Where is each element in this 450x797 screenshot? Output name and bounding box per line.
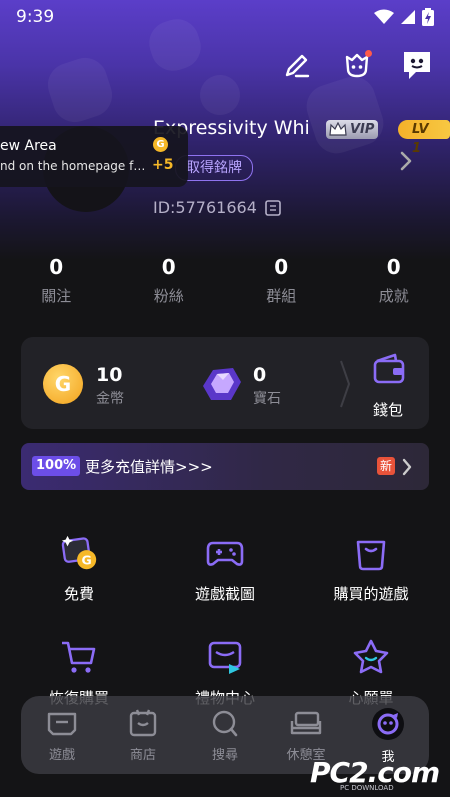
- watermark-logo: PC2.com PC DOWNLOAD: [310, 756, 450, 794]
- percent-badge: 100%: [32, 456, 81, 476]
- vip-badge[interactable]: VIP: [326, 120, 379, 139]
- coin-icon: G: [153, 137, 168, 152]
- grid-item-screenshots[interactable]: 遊戲截圖: [165, 532, 285, 604]
- nav-tab-games[interactable]: 遊戲: [27, 708, 97, 763]
- grid-item-purchased-games[interactable]: 購買的遊戲: [311, 532, 431, 604]
- stat-label: 成就: [378, 287, 409, 305]
- grid-label: 購買的遊戲: [333, 585, 409, 603]
- nav-label: 搜尋: [211, 748, 238, 763]
- header-actions: [280, 48, 434, 82]
- stat-following[interactable]: 0 關注: [0, 255, 113, 306]
- nav-tab-store[interactable]: 商店: [108, 708, 178, 763]
- stat-achievements[interactable]: 0 成就: [338, 255, 450, 306]
- reward-tooltip[interactable]: ew Area nd on the homepage for t... G +5: [0, 126, 188, 187]
- stat-followers[interactable]: 0 粉絲: [113, 255, 226, 306]
- wishlist-star-icon: [350, 636, 392, 678]
- pencil-icon: [285, 54, 310, 78]
- tooltip-title: ew Area: [0, 138, 57, 154]
- recharge-banner[interactable]: 100% 更多充值詳情>>> 新: [21, 443, 429, 490]
- battery-icon: [422, 8, 434, 26]
- nav-tab-search[interactable]: 搜尋: [190, 708, 260, 763]
- search-icon: [212, 710, 238, 737]
- separator-chevron-icon: [340, 360, 351, 408]
- grid-label: 遊戲截圖: [194, 585, 255, 603]
- free-gift-icon: G: [58, 532, 100, 574]
- me-icon: [372, 708, 404, 740]
- coins-label: 金幣: [96, 391, 124, 407]
- level-badge[interactable]: LV 1: [398, 120, 450, 156]
- coins-value[interactable]: 10: [96, 364, 122, 386]
- wallet-icon[interactable]: [372, 352, 406, 386]
- watermark-subtext: PC DOWNLOAD: [340, 784, 394, 792]
- status-bar: 9:39: [0, 0, 450, 34]
- wallet-label[interactable]: 錢包: [373, 399, 403, 420]
- tooltip-body: nd on the homepage for t...: [0, 159, 148, 173]
- stat-value: 0: [161, 255, 176, 279]
- gamepad-icon: [204, 532, 246, 574]
- chat-bubble-icon: [404, 52, 430, 79]
- gold-coin-icon: G: [43, 364, 83, 404]
- copy-icon[interactable]: [264, 199, 282, 217]
- notifications-button[interactable]: [340, 48, 374, 82]
- status-icons: [374, 8, 434, 26]
- new-badge: 新: [377, 457, 395, 475]
- vip-label: VIP: [350, 122, 375, 137]
- chevron-right-icon[interactable]: [398, 150, 414, 172]
- signal-icon: [401, 10, 415, 24]
- game-icon: [47, 712, 77, 736]
- user-id: ID:57761664: [153, 198, 257, 217]
- lounge-icon: [290, 711, 322, 735]
- crown-icon: [329, 122, 347, 136]
- shopping-bag-icon: [350, 532, 392, 574]
- gems-value[interactable]: 0: [253, 364, 266, 386]
- recharge-text: 更多充值詳情>>>: [85, 458, 213, 476]
- tooltip-reward: +5: [152, 157, 174, 173]
- stat-label: 關注: [41, 287, 72, 305]
- gems-label: 寶石: [253, 391, 281, 407]
- store-icon: [129, 709, 157, 737]
- stat-value: 0: [49, 255, 64, 279]
- svg-text:G: G: [82, 552, 92, 567]
- stat-value: 0: [274, 255, 289, 279]
- messages-button[interactable]: [400, 48, 434, 82]
- gem-icon: [203, 368, 241, 400]
- chevron-right-icon: [402, 458, 412, 476]
- grid-label: 免費: [63, 585, 94, 603]
- nav-label: 遊戲: [48, 748, 75, 763]
- notification-dot: [365, 50, 372, 57]
- cart-icon: [58, 636, 100, 678]
- status-time: 9:39: [16, 7, 55, 27]
- stat-value: 0: [386, 255, 401, 279]
- wallet-card: G 10 金幣 0 寶石 錢包: [21, 337, 429, 429]
- stat-groups[interactable]: 0 群組: [225, 255, 338, 306]
- wifi-icon: [374, 9, 394, 24]
- stat-label: 粉絲: [153, 287, 184, 305]
- nav-label: 商店: [129, 748, 156, 763]
- edit-profile-button[interactable]: [280, 48, 314, 82]
- stat-label: 群組: [266, 287, 297, 305]
- grid-item-free[interactable]: G 免費: [19, 532, 139, 604]
- nav-tab-lounge[interactable]: 休憩室: [271, 708, 341, 763]
- gift-center-icon: [204, 636, 246, 678]
- profile-stats: 0 關注 0 粉絲 0 群組 0 成就: [0, 255, 450, 306]
